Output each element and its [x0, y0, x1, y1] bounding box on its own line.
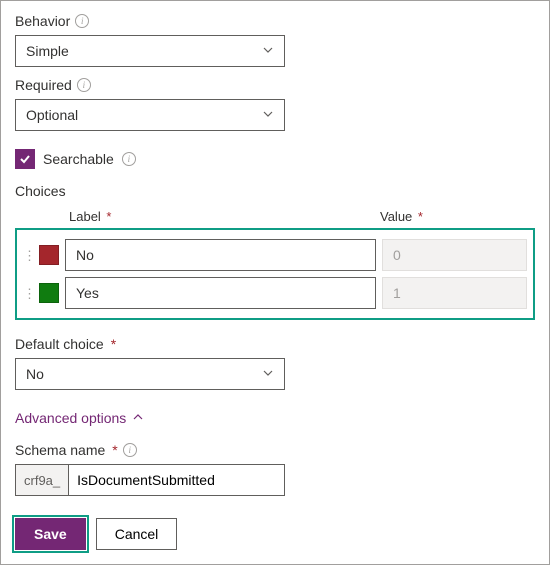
default-choice-value: No	[26, 366, 44, 382]
drag-handle-icon[interactable]: ⋮⋮	[23, 287, 33, 300]
behavior-label: Behavior i	[15, 13, 535, 29]
info-icon[interactable]: i	[77, 78, 91, 92]
searchable-field: Searchable i	[15, 149, 535, 169]
choice-row: ⋮⋮	[23, 274, 527, 312]
default-choice-field: Default choice * No	[15, 336, 535, 390]
choices-header: Label * Value *	[15, 209, 535, 224]
required-label: Required i	[15, 77, 535, 93]
button-row: Save Cancel	[15, 518, 535, 550]
drag-handle-icon[interactable]: ⋮⋮	[23, 249, 33, 262]
behavior-select[interactable]: Simple	[15, 35, 285, 67]
color-swatch[interactable]	[39, 283, 59, 303]
schema-name-field: Schema name * i crf9a_	[15, 442, 535, 496]
info-icon[interactable]: i	[123, 443, 137, 457]
schema-name-label-text: Schema name	[15, 442, 105, 458]
searchable-label-text: Searchable	[43, 151, 114, 167]
behavior-field: Behavior i Simple	[15, 13, 535, 67]
choices-section: Choices Label * Value * ⋮⋮ ⋮⋮	[15, 183, 535, 320]
default-choice-label-text: Default choice	[15, 336, 104, 352]
chevron-up-icon	[132, 410, 144, 426]
default-choice-select[interactable]: No	[15, 358, 285, 390]
color-swatch[interactable]	[39, 245, 59, 265]
choices-title: Choices	[15, 183, 535, 199]
choice-value-input	[382, 239, 527, 271]
save-button[interactable]: Save	[15, 518, 86, 550]
choices-label-header: Label	[69, 209, 101, 224]
required-asterisk: *	[103, 209, 112, 224]
required-label-text: Required	[15, 77, 72, 93]
schema-prefix: crf9a_	[15, 464, 68, 496]
required-asterisk: *	[414, 209, 423, 224]
schema-name-input[interactable]	[68, 464, 285, 496]
chevron-down-icon	[262, 107, 274, 123]
default-choice-label: Default choice *	[15, 336, 535, 352]
required-asterisk: *	[111, 336, 116, 352]
info-icon[interactable]: i	[122, 152, 136, 166]
required-value: Optional	[26, 107, 78, 123]
schema-name-label: Schema name * i	[15, 442, 535, 458]
schema-name-input-group: crf9a_	[15, 464, 285, 496]
advanced-options-toggle[interactable]: Advanced options	[15, 410, 535, 426]
behavior-label-text: Behavior	[15, 13, 70, 29]
required-field: Required i Optional	[15, 77, 535, 131]
choices-value-header: Value	[380, 209, 412, 224]
form-panel: Behavior i Simple Required i Optional Se…	[0, 0, 550, 565]
choice-label-input[interactable]	[65, 277, 376, 309]
choice-value-input	[382, 277, 527, 309]
searchable-checkbox[interactable]	[15, 149, 35, 169]
behavior-value: Simple	[26, 43, 69, 59]
choices-box: ⋮⋮ ⋮⋮	[15, 228, 535, 320]
required-select[interactable]: Optional	[15, 99, 285, 131]
choice-label-input[interactable]	[65, 239, 376, 271]
cancel-button[interactable]: Cancel	[96, 518, 178, 550]
required-asterisk: *	[112, 442, 117, 458]
chevron-down-icon	[262, 43, 274, 59]
chevron-down-icon	[262, 366, 274, 382]
choice-row: ⋮⋮	[23, 236, 527, 274]
info-icon[interactable]: i	[75, 14, 89, 28]
advanced-options-label: Advanced options	[15, 410, 126, 426]
